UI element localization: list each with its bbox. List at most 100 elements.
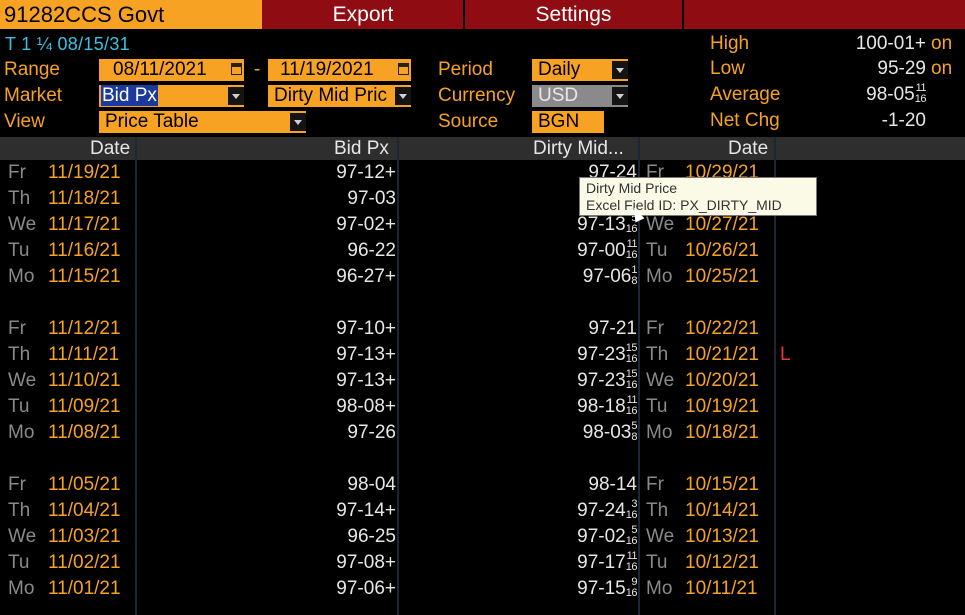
frac-den: 16 bbox=[625, 587, 638, 599]
view-select[interactable]: Price Table bbox=[99, 111, 306, 133]
header-bid-px[interactable]: Bid Px bbox=[334, 137, 389, 160]
row-date-2: 10/13/21 bbox=[685, 526, 759, 547]
table-row[interactable]: We 11/10/21 97-13+ 97-23 15 16 We 10/20/21 bbox=[0, 368, 965, 394]
period-select[interactable]: Daily bbox=[532, 59, 628, 81]
row-bid-px: 96-25 bbox=[347, 526, 396, 547]
row-date-2: 10/22/21 bbox=[685, 318, 759, 339]
row-day: We bbox=[8, 370, 37, 391]
table-row[interactable]: Mo 11/15/21 96-27+ 97-06 1 8 Mo 10/25/21 bbox=[0, 264, 965, 290]
frac-den: 16 bbox=[625, 223, 638, 235]
frac-den: 16 bbox=[625, 353, 638, 365]
chevron-down-icon[interactable] bbox=[228, 87, 244, 105]
high-on: on bbox=[931, 33, 953, 54]
range-end-field[interactable]: 11/19/2021 bbox=[268, 59, 411, 81]
table-row[interactable]: Fr 11/12/21 97-10+ 97-21 Fr 10/22/21 bbox=[0, 316, 965, 342]
dirty-whole: 97-23 bbox=[577, 370, 626, 391]
row-day: Mo bbox=[8, 266, 35, 287]
currency-select[interactable]: USD bbox=[532, 85, 628, 107]
row-day: Fr bbox=[8, 474, 26, 495]
row-bid-px: 98-04 bbox=[347, 474, 396, 495]
low-value: 95-29 bbox=[877, 58, 926, 79]
average-value: 98-05 11 16 bbox=[800, 83, 926, 107]
row-dirty-mid: 97-17 11 16 bbox=[480, 550, 637, 576]
low-on: on bbox=[931, 58, 953, 79]
table-row[interactable]: Th 11/11/21 97-13+ 97-23 15 16 Th 10/21/21 L bbox=[0, 342, 965, 368]
table-row[interactable]: Tu 11/02/21 97-08+ 97-17 11 16 Tu 10/12/21 bbox=[0, 550, 965, 576]
row-dirty-mid: 98-18 11 16 bbox=[480, 394, 637, 420]
table-header-bar bbox=[0, 137, 965, 160]
dirty-fraction: 5 16 bbox=[625, 525, 638, 547]
header-date[interactable]: Date bbox=[90, 137, 130, 160]
header-date-2[interactable]: Date bbox=[728, 137, 768, 160]
dirty-whole: 98-03 bbox=[582, 422, 632, 443]
dirty-whole: 97-00 bbox=[577, 240, 626, 261]
tooltip-field-id: Excel Field ID: PX_DIRTY_MID bbox=[586, 197, 782, 213]
table-row[interactable]: Fr 11/19/21 97-12+ 97-24 Fr 10/29/21 bbox=[0, 160, 965, 186]
row-date: 11/19/21 bbox=[48, 162, 121, 183]
row-day: We bbox=[8, 214, 37, 235]
row-date-2: 10/25/21 bbox=[685, 266, 759, 287]
row-day-2: Th bbox=[646, 500, 669, 521]
row-day: Th bbox=[8, 188, 31, 209]
market-select[interactable]: Bid Px bbox=[99, 85, 244, 107]
calendar-icon[interactable] bbox=[398, 63, 409, 75]
row-day-2: Tu bbox=[646, 552, 668, 573]
range-dash: - bbox=[254, 59, 261, 80]
net-change-value: -1-20 bbox=[881, 110, 926, 131]
row-day-2: Th bbox=[646, 344, 669, 365]
view-label: View bbox=[4, 111, 45, 132]
table-row[interactable]: We 11/17/21 97-02+ 97-13 5 16 We 10/27/21 bbox=[0, 212, 965, 238]
ticker-field[interactable]: 91282CCS Govt bbox=[0, 0, 262, 29]
dirty-fraction: 9 16 bbox=[625, 577, 638, 599]
frac-den: 16 bbox=[625, 405, 638, 417]
row-bid-px: 97-03 bbox=[347, 188, 396, 209]
table-row[interactable]: Fr 11/05/21 98-04 98-14 Fr 10/15/21 bbox=[0, 472, 965, 498]
row-date: 11/02/21 bbox=[48, 552, 121, 573]
dirty-whole: 97-17 bbox=[577, 552, 626, 573]
row-date-2: 10/26/21 bbox=[685, 240, 759, 261]
settings-button[interactable]: Settings bbox=[465, 0, 682, 29]
header-dirty-mid[interactable]: Dirty Mid... bbox=[533, 137, 624, 160]
market-label: Market bbox=[4, 85, 63, 106]
row-date: 11/05/21 bbox=[48, 474, 121, 495]
high-value: 100-01+ bbox=[855, 33, 926, 54]
row-bid-px: 97-13+ bbox=[336, 344, 396, 365]
row-dirty-mid: 97-23 15 16 bbox=[480, 368, 637, 394]
dirty-fraction: 11 16 bbox=[626, 551, 638, 573]
table-row[interactable]: Tu 11/09/21 98-08+ 98-18 11 16 Tu 10/19/21 bbox=[0, 394, 965, 420]
frac-den: 16 bbox=[625, 535, 638, 547]
row-bid-px: 97-12+ bbox=[336, 162, 396, 183]
row-day: Th bbox=[8, 500, 31, 521]
row-date-2: 10/20/21 bbox=[685, 370, 759, 391]
table-row[interactable]: Mo 11/08/21 97-26 98-03 5 8 Mo 10/18/21 bbox=[0, 420, 965, 446]
table-row[interactable]: Th11/18/2197-0397 bbox=[0, 186, 965, 212]
chevron-down-icon[interactable] bbox=[395, 87, 411, 105]
chevron-down-icon[interactable] bbox=[290, 113, 306, 131]
market-select-2[interactable]: Dirty Mid Pric bbox=[268, 85, 411, 107]
dirty-whole: 97-15 bbox=[577, 578, 626, 599]
row-date: 11/09/21 bbox=[48, 396, 121, 417]
frac-den: 16 bbox=[914, 93, 927, 105]
table-row[interactable]: Tu 11/16/21 96-22 97-00 11 16 Tu 10/26/21 bbox=[0, 238, 965, 264]
row-day: Tu bbox=[8, 396, 30, 417]
row-day: We bbox=[8, 526, 37, 547]
table-row[interactable]: We 11/03/21 96-25 97-02 5 16 We 10/13/21 bbox=[0, 524, 965, 550]
dirty-whole: 97-23 bbox=[577, 344, 626, 365]
average-label: Average bbox=[710, 84, 781, 105]
dirty-fraction: 58 bbox=[631, 421, 637, 443]
row-date: 11/17/21 bbox=[48, 214, 121, 235]
row-day-2: Tu bbox=[646, 396, 668, 417]
range-start-field[interactable]: 08/11/2021 bbox=[99, 59, 244, 81]
chevron-down-icon[interactable] bbox=[612, 87, 628, 105]
source-field[interactable]: BGN bbox=[532, 111, 604, 133]
row-date-2: 10/19/21 bbox=[685, 396, 759, 417]
low-label: Low bbox=[710, 58, 745, 79]
export-button[interactable]: Export bbox=[264, 0, 462, 29]
chevron-down-icon[interactable] bbox=[612, 61, 628, 79]
row-day: Tu bbox=[8, 552, 30, 573]
table-row[interactable]: Mo 11/01/21 97-06+ 97-15 9 16 Mo 10/11/21 bbox=[0, 576, 965, 602]
calendar-icon[interactable] bbox=[231, 63, 242, 75]
row-day-2: Fr bbox=[646, 474, 664, 495]
row-date-2: 10/21/21 bbox=[685, 344, 759, 365]
table-row[interactable]: Th 11/04/21 97-14+ 97-24 3 16 Th 10/14/21 bbox=[0, 498, 965, 524]
